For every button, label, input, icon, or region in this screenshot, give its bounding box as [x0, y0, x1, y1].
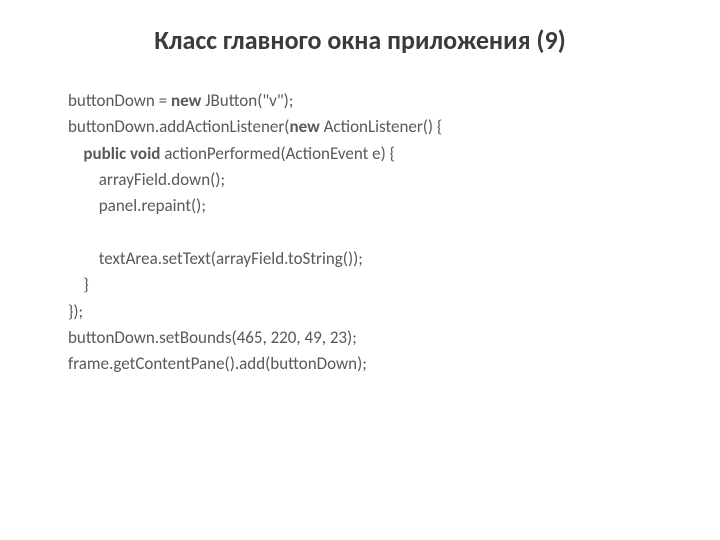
code-block: buttonDown = new JButton("v"); buttonDow… — [68, 88, 680, 378]
code-line-11: frame.getContentPane().add(buttonDown); — [68, 353, 367, 374]
code-line-7: textArea.setText(arrayField.toString()); — [99, 248, 363, 269]
code-line-2: buttonDown.addActionListener(new ActionL… — [68, 116, 442, 137]
code-line-5: panel.repaint(); — [99, 195, 206, 216]
code-line-1: buttonDown = new JButton("v"); — [68, 90, 293, 111]
code-line-4: arrayField.down(); — [99, 169, 225, 190]
slide: Класс главного окна приложения (9) butto… — [0, 0, 720, 540]
code-line-10: buttonDown.setBounds(465, 220, 49, 23); — [68, 327, 357, 348]
code-line-3: public void actionPerformed(ActionEvent … — [83, 143, 395, 164]
slide-title: Класс главного окна приложения (9) — [0, 24, 720, 56]
code-line-8: } — [83, 274, 88, 295]
code-line-9: }); — [68, 301, 83, 322]
